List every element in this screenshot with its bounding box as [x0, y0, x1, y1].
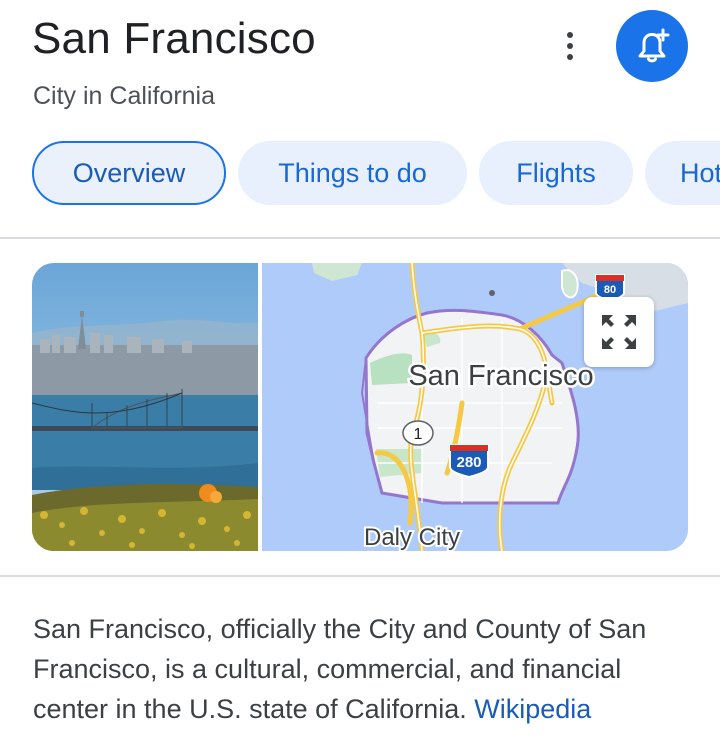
tab-things-to-do[interactable]: Things to do	[238, 141, 467, 205]
tab-hotels[interactable]: Hotels	[645, 141, 720, 205]
svg-text:1: 1	[414, 426, 423, 443]
section-divider-2	[0, 575, 720, 577]
expand-map-button[interactable]	[584, 297, 654, 367]
route-1-shield: 1	[402, 420, 434, 446]
map-neighbor-label: Daly City	[364, 524, 460, 551]
page-title: San Francisco	[32, 14, 316, 63]
description: San Francisco, officially the City and C…	[33, 609, 693, 729]
interstate-280-shield: 280	[449, 444, 489, 479]
follow-notification-button[interactable]	[616, 10, 688, 82]
svg-text:280: 280	[456, 454, 481, 471]
section-divider	[0, 237, 720, 239]
city-photo[interactable]	[32, 263, 258, 551]
add-notification-icon	[638, 28, 670, 63]
map-city-label: San Francisco	[408, 360, 593, 392]
svg-text:80: 80	[604, 284, 616, 296]
tab-flights[interactable]: Flights	[479, 141, 633, 205]
expand-map-icon	[602, 315, 636, 349]
more-options-button[interactable]	[556, 28, 584, 64]
tab-overview[interactable]: Overview	[32, 141, 226, 205]
category-tabs: Overview Things to do Flights Hotels	[32, 141, 720, 205]
wikipedia-link[interactable]: Wikipedia	[474, 694, 591, 724]
page-subtitle: City in California	[33, 82, 216, 110]
more-vert-icon	[567, 32, 573, 38]
